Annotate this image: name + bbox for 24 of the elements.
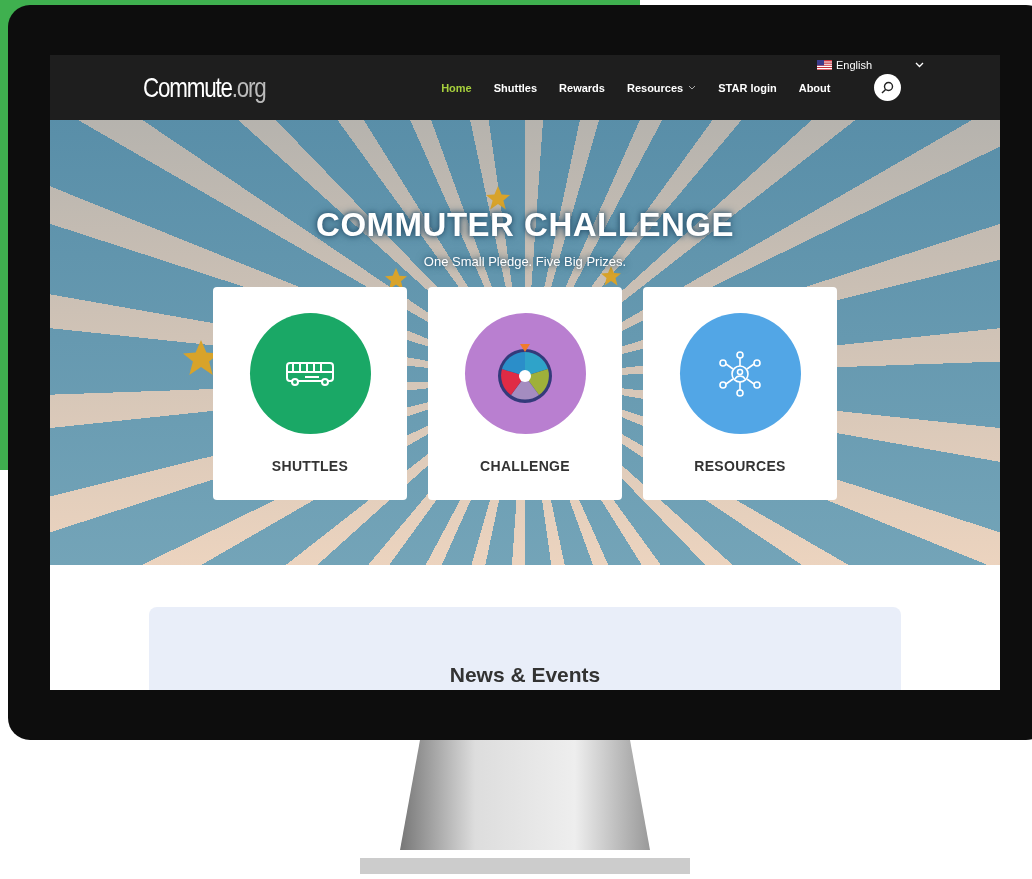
category-card[interactable]: RESOURCES (643, 287, 837, 500)
search-icon (881, 81, 895, 94)
nav-link[interactable]: Rewards (559, 81, 605, 94)
card-label: RESOURCES (694, 458, 786, 474)
nav-link[interactable]: About (798, 81, 831, 94)
nav-link[interactable]: Shuttles (493, 81, 538, 94)
card-label: CHALLENGE (480, 458, 570, 474)
network-people-icon (717, 350, 763, 397)
nav-link[interactable]: Resources (626, 81, 697, 94)
nav-link[interactable]: STAR login (718, 81, 777, 94)
chevron-down-icon (915, 62, 924, 68)
nav-link[interactable]: Home (441, 81, 472, 94)
flag-icon (817, 60, 832, 70)
section-heading: News & Events (449, 663, 601, 687)
card-label: SHUTTLES (271, 458, 349, 474)
category-card[interactable]: CHALLENGE (428, 287, 622, 500)
chevron-down-icon (688, 85, 697, 90)
star-icon (385, 268, 407, 290)
category-card[interactable]: SHUTTLES (213, 287, 407, 500)
bus-icon (285, 360, 335, 387)
prize-wheel-icon (497, 343, 553, 404)
language-selector[interactable]: English (817, 59, 924, 71)
site-logo[interactable]: Commute.org (143, 71, 266, 104)
search-button[interactable] (874, 74, 902, 101)
